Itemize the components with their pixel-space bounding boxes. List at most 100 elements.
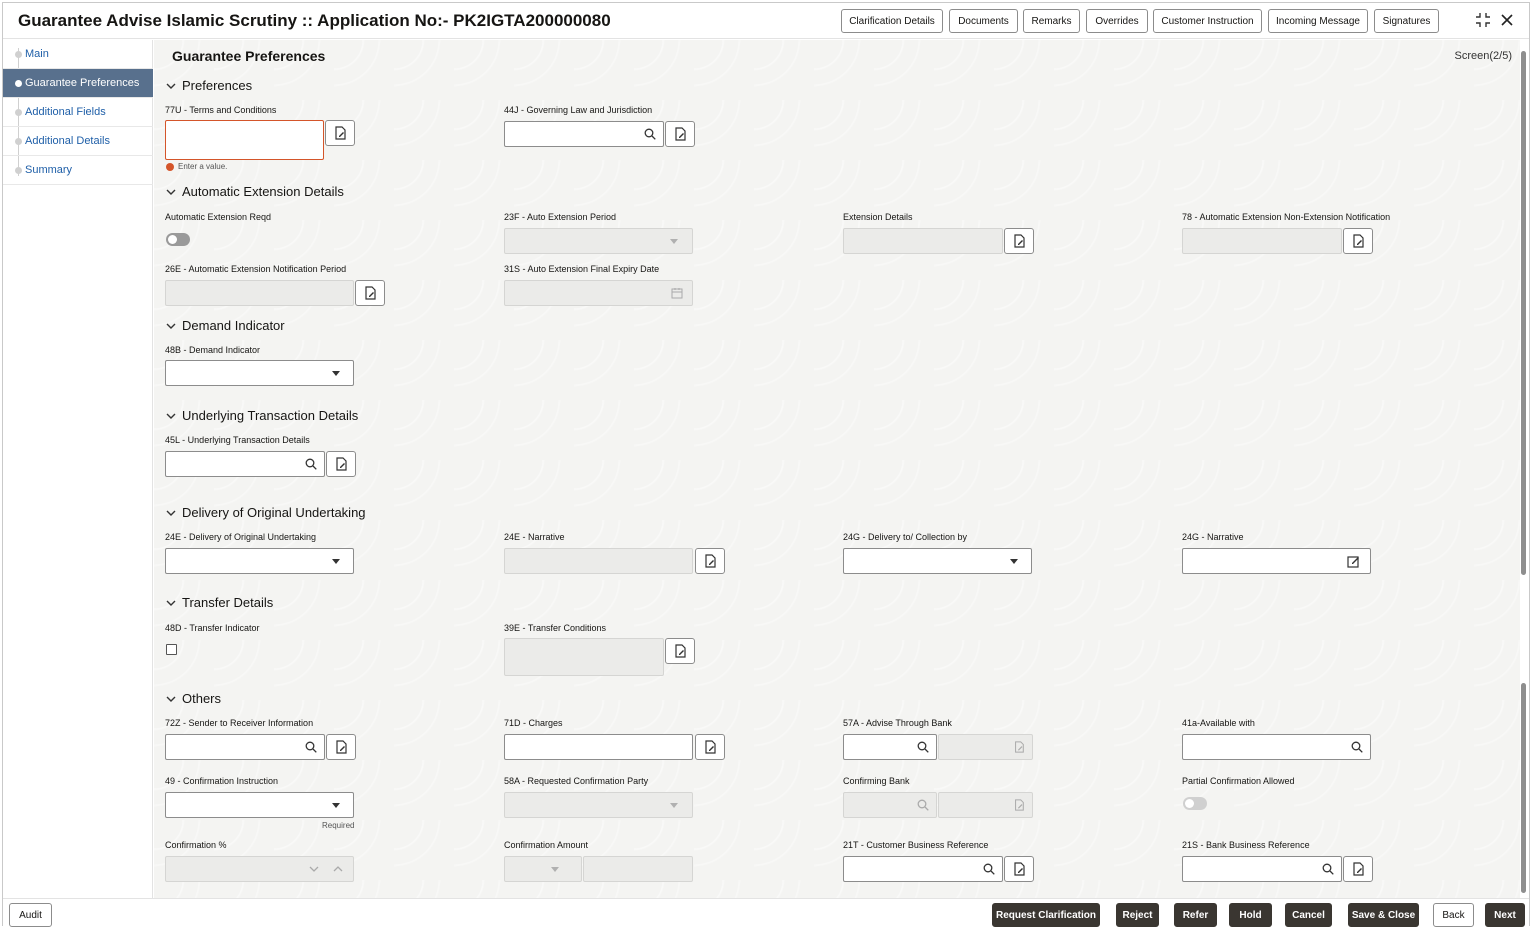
edit-icon[interactable] xyxy=(1346,554,1360,568)
audit-button[interactable]: Audit xyxy=(9,903,52,927)
document-edit-icon[interactable] xyxy=(1012,798,1026,812)
search-icon[interactable] xyxy=(1350,740,1364,754)
collapse-icon[interactable] xyxy=(1474,11,1492,29)
request-clarification-button[interactable]: Request Clarification xyxy=(992,903,1100,927)
hold-button[interactable]: Hold xyxy=(1229,903,1272,927)
confirming-bank-input[interactable] xyxy=(843,792,937,818)
section-demand-indicator[interactable]: Demand Indicator xyxy=(166,318,285,333)
customer-business-reference-input[interactable] xyxy=(843,856,1003,882)
extension-details-input[interactable] xyxy=(843,228,1003,254)
partial-confirmation-toggle[interactable] xyxy=(1183,797,1207,810)
narrative-24g-input[interactable] xyxy=(1182,548,1371,574)
charges-input[interactable] xyxy=(504,734,693,760)
customer-instruction-button[interactable]: Customer Instruction xyxy=(1153,9,1262,33)
sender-info-edit-button[interactable] xyxy=(326,734,356,760)
search-icon[interactable] xyxy=(916,740,930,754)
sidebar-item-guarantee-preferences[interactable]: Guarantee Preferences xyxy=(3,69,153,98)
advise-through-bank-name[interactable] xyxy=(938,734,1033,760)
error-icon xyxy=(166,162,174,171)
search-icon[interactable] xyxy=(1321,862,1335,876)
final-expiry-date-input[interactable] xyxy=(504,280,693,306)
requested-confirmation-party-select[interactable] xyxy=(504,792,693,818)
non-extension-edit-button[interactable] xyxy=(1343,228,1373,254)
section-title: Delivery of Original Undertaking xyxy=(182,505,366,520)
notification-period-input[interactable] xyxy=(165,280,354,306)
reject-button[interactable]: Reject xyxy=(1116,903,1159,927)
governing-law-input[interactable] xyxy=(504,121,664,147)
document-edit-icon xyxy=(365,286,376,300)
bank-business-reference-input[interactable] xyxy=(1182,856,1342,882)
confirmation-currency-select[interactable] xyxy=(504,856,582,882)
chevron-up-icon[interactable] xyxy=(331,862,345,876)
vertical-scrollbar[interactable] xyxy=(1519,43,1527,897)
scrollbar-thumb-bottom[interactable] xyxy=(1521,683,1526,893)
footer-bar: Audit Request Clarification Reject Refer… xyxy=(3,898,1529,927)
sidebar-item-additional-fields[interactable]: Additional Fields xyxy=(3,98,153,127)
section-delivery-original-undertaking[interactable]: Delivery of Original Undertaking xyxy=(166,505,366,520)
confirmation-instruction-select[interactable] xyxy=(165,792,354,818)
auto-extension-period-select[interactable] xyxy=(504,228,693,254)
search-icon[interactable] xyxy=(304,740,318,754)
sidebar-item-additional-details[interactable]: Additional Details xyxy=(3,127,153,156)
narrative-24e-label: 24E - Narrative xyxy=(504,532,565,542)
section-underlying-transaction[interactable]: Underlying Transaction Details xyxy=(166,408,358,423)
back-button[interactable]: Back xyxy=(1433,903,1474,927)
next-button[interactable]: Next xyxy=(1485,903,1525,927)
search-icon[interactable] xyxy=(304,457,318,471)
governing-law-edit-button[interactable] xyxy=(665,121,695,147)
delivery-original-select[interactable] xyxy=(165,548,354,574)
search-icon[interactable] xyxy=(916,798,930,812)
section-title: Underlying Transaction Details xyxy=(182,408,359,423)
customer-reference-edit-button[interactable] xyxy=(1004,856,1034,882)
scrollbar-thumb-top[interactable] xyxy=(1521,51,1526,575)
non-extension-notification-label: 78 - Automatic Extension Non-Extension N… xyxy=(1182,212,1391,222)
section-automatic-extension[interactable]: Automatic Extension Details xyxy=(166,184,344,199)
narrative-24e-input[interactable] xyxy=(504,548,693,574)
chevron-down-icon xyxy=(166,510,176,516)
save-close-button[interactable]: Save & Close xyxy=(1348,903,1419,927)
terms-input[interactable] xyxy=(165,120,324,160)
confirmation-amount-input[interactable] xyxy=(583,856,693,882)
transfer-conditions-input[interactable] xyxy=(504,638,664,676)
refer-button[interactable]: Refer xyxy=(1174,903,1217,927)
confirming-bank-name[interactable] xyxy=(938,792,1033,818)
narrative-24e-edit-button[interactable] xyxy=(695,548,725,574)
overrides-button[interactable]: Overrides xyxy=(1086,9,1148,33)
documents-button[interactable]: Documents xyxy=(949,9,1018,33)
available-with-input[interactable] xyxy=(1182,734,1371,760)
incoming-message-button[interactable]: Incoming Message xyxy=(1268,9,1368,33)
sidebar-item-main[interactable]: Main xyxy=(3,40,153,69)
transfer-conditions-edit-button[interactable] xyxy=(665,638,695,664)
extension-details-edit-button[interactable] xyxy=(1004,228,1034,254)
transfer-indicator-checkbox[interactable] xyxy=(166,644,177,655)
remarks-button[interactable]: Remarks xyxy=(1023,9,1080,33)
bank-reference-edit-button[interactable] xyxy=(1343,856,1373,882)
chevron-down-icon[interactable] xyxy=(307,862,321,876)
notification-period-edit-button[interactable] xyxy=(355,280,385,306)
confirmation-percent-input[interactable] xyxy=(165,856,354,882)
auto-extension-reqd-toggle[interactable] xyxy=(166,233,190,246)
terms-edit-button[interactable] xyxy=(325,120,355,146)
extension-details-label: Extension Details xyxy=(843,212,913,222)
underlying-transaction-edit-button[interactable] xyxy=(326,451,356,477)
close-icon[interactable] xyxy=(1498,11,1516,29)
signatures-button[interactable]: Signatures xyxy=(1374,9,1439,33)
document-edit-icon[interactable] xyxy=(1012,740,1026,754)
section-others[interactable]: Others xyxy=(166,691,221,706)
cancel-button[interactable]: Cancel xyxy=(1285,903,1332,927)
section-transfer-details[interactable]: Transfer Details xyxy=(166,595,273,610)
chevron-down-icon xyxy=(166,413,176,419)
non-extension-notification-input[interactable] xyxy=(1182,228,1342,254)
section-preferences[interactable]: Preferences xyxy=(166,78,252,93)
calendar-icon[interactable] xyxy=(670,286,684,300)
clarification-details-button[interactable]: Clarification Details xyxy=(841,9,943,33)
advise-through-bank-input[interactable] xyxy=(843,734,937,760)
underlying-transaction-input[interactable] xyxy=(165,451,325,477)
demand-indicator-select[interactable] xyxy=(165,360,354,386)
charges-edit-button[interactable] xyxy=(695,734,725,760)
sidebar-item-summary[interactable]: Summary xyxy=(3,156,153,185)
search-icon[interactable] xyxy=(643,127,657,141)
sender-info-input[interactable] xyxy=(165,734,325,760)
search-icon[interactable] xyxy=(982,862,996,876)
delivery-to-select[interactable] xyxy=(843,548,1032,574)
